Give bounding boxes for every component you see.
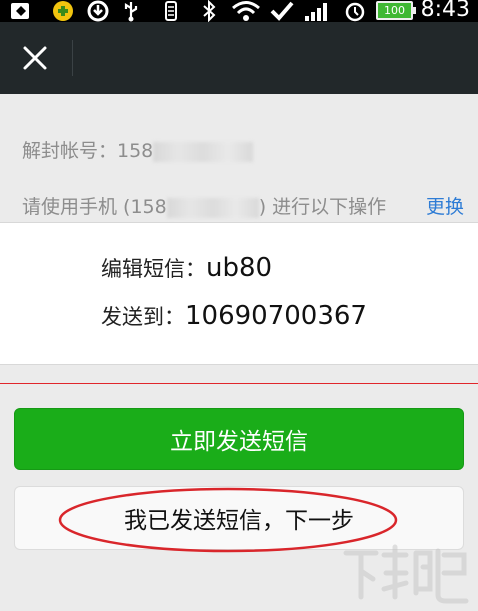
watermark-logo (343, 544, 469, 604)
edit-sms-label: 编辑短信： (101, 257, 206, 281)
phone-suffix: ) 进行以下操作 (258, 196, 387, 218)
edit-sms-value: ub80 (206, 253, 273, 283)
bluetooth-icon (198, 0, 220, 22)
alarm-icon (340, 0, 370, 22)
sync-icon (84, 0, 112, 22)
masked-phone-number (166, 197, 259, 218)
wifi-icon (230, 0, 262, 22)
notification-icon (6, 0, 36, 22)
phone-prefix: 请使用手机 (158 (22, 196, 167, 218)
masked-account-number (153, 141, 254, 162)
title-bar (0, 22, 478, 94)
send-to-label: 发送到： (101, 305, 185, 329)
usb-icon (118, 0, 144, 22)
battery-icon: 100 (376, 1, 416, 20)
title-divider (72, 40, 73, 76)
sent-sms-next-button[interactable]: 我已发送短信，下一步 (14, 486, 464, 550)
send-to-row: 发送到：10690700367 (101, 301, 367, 331)
sms-instruction-card: 编辑短信：ub80 发送到：10690700367 (0, 222, 478, 365)
clock-time: 8:43 (420, 0, 470, 22)
send-sms-now-button[interactable]: 立即发送短信 (14, 408, 464, 470)
check-icon (268, 0, 296, 22)
close-icon (23, 46, 47, 70)
account-label: 解封帐号：158 (22, 140, 154, 162)
phone-instruction-line: 请使用手机 (158 ) 进行以下操作 (22, 192, 386, 219)
close-button[interactable] (16, 39, 54, 77)
cell-signal-icon (302, 0, 332, 22)
app-icon (48, 0, 78, 22)
change-phone-link[interactable]: 更换 (426, 192, 464, 219)
signal-tool-icon (158, 0, 184, 22)
red-divider (0, 383, 478, 384)
unblock-account-line: 解封帐号：158 (22, 136, 254, 163)
send-to-value: 10690700367 (185, 301, 367, 331)
status-bar: 100 8:43 (0, 0, 478, 22)
edit-sms-row: 编辑短信：ub80 (101, 253, 272, 283)
